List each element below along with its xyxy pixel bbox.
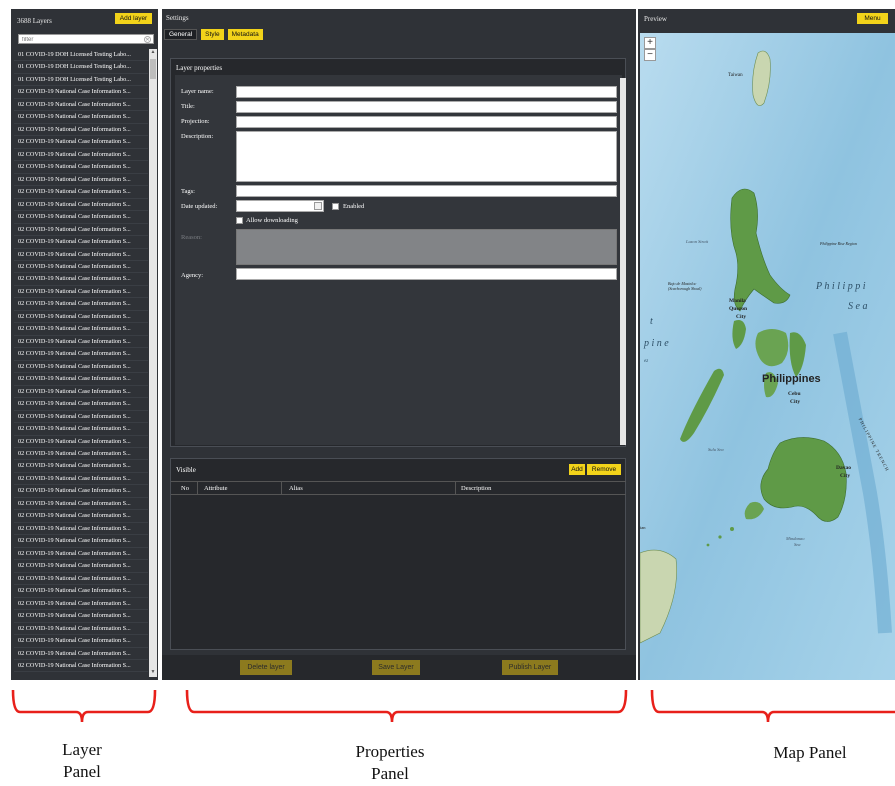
layer-panel-bracket xyxy=(11,689,157,723)
layer-panel-annotation: Layer Panel xyxy=(48,739,116,783)
annotation-line: Layer xyxy=(62,740,102,759)
annotation-line: Panel xyxy=(371,764,409,783)
annotation-brackets xyxy=(11,689,895,723)
annotation-line: Properties xyxy=(355,742,425,761)
properties-panel-bracket xyxy=(185,689,628,723)
map-panel-annotation: Map Panel xyxy=(773,743,847,762)
annotation-line: Panel xyxy=(63,762,101,781)
properties-panel-annotation: Properties Panel xyxy=(330,741,450,785)
map-panel-bracket xyxy=(650,689,895,723)
